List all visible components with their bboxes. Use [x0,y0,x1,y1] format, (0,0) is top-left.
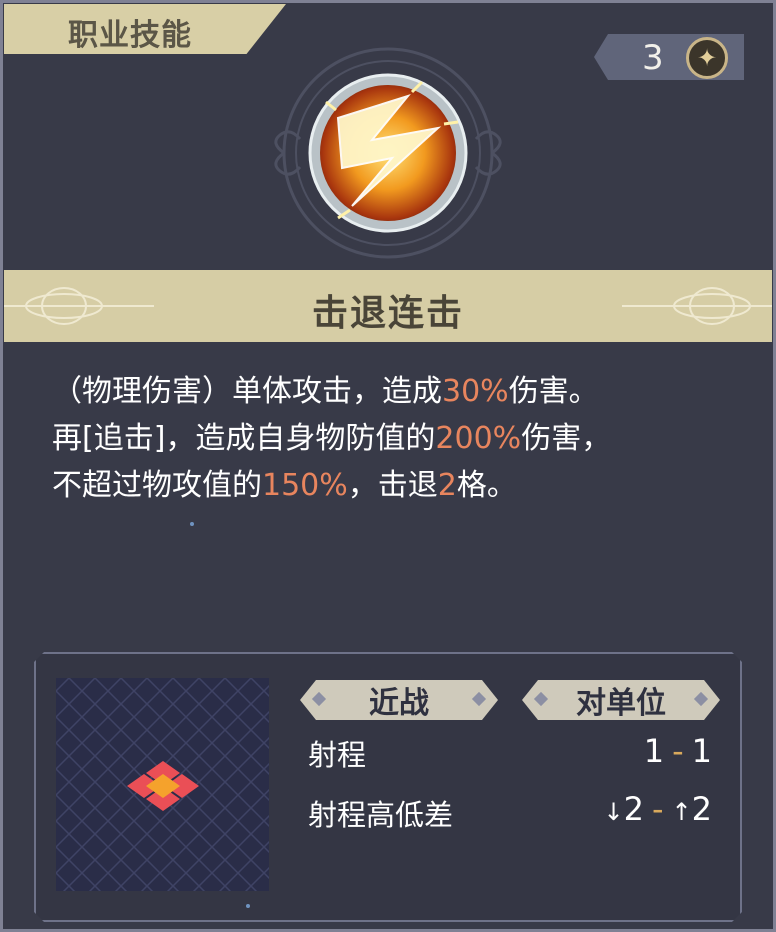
description-line-2: 再[追击]，造成自身物防值的200%伤害， [52,415,742,462]
desc-highlight: 30% [442,374,509,409]
height-diff-value: ↓2- ↑2 [604,790,712,828]
tag-melee: 近战 [300,680,498,720]
range-max: 1 [691,732,712,770]
height-diff-label: 射程高低差 [308,798,454,832]
tag-target: 对单位 [522,680,720,720]
description-line-1: （物理伤害）单体攻击，造成30%伤害。 [52,368,742,415]
up-arrow-icon: ↑ [671,798,692,826]
desc-text: 不超过物攻值的 [52,468,262,503]
desc-text: 伤害。 [508,374,599,409]
sparkle-dot [246,904,250,908]
desc-highlight: 150% [262,468,348,503]
range-separator: - [651,790,664,828]
range-min: 1 [643,732,665,770]
desc-text: 格。 [456,468,517,503]
desc-text: 再[追击]，造成自身物防值的 [52,421,436,456]
down-arrow-icon: ↓ [603,798,624,826]
description-line-3: 不超过物攻值的150%，击退2格。 [52,462,742,509]
range-label: 射程 [308,738,367,772]
height-down: 2 [623,790,644,828]
height-up: 2 [691,790,712,828]
lightning-strike-icon[interactable] [308,73,468,233]
desc-highlight: 200% [435,421,522,456]
desc-highlight: 2 [437,468,457,503]
desc-text: （物理伤害）单体攻击，造成 [52,374,442,409]
skill-description: （物理伤害）单体攻击，造成30%伤害。 再[追击]，造成自身物防值的200%伤害… [52,368,742,509]
sparkle-dot [190,522,194,526]
range-grid [56,678,269,891]
skill-name: 击退连击 [311,293,464,334]
desc-text: 伤害， [521,421,612,456]
tag-melee-label: 近战 [369,686,429,721]
range-separator: - [672,732,684,770]
range-value: 1-1 [644,732,712,770]
desc-text: ，击退 [347,468,438,503]
tag-target-label: 对单位 [576,686,666,721]
skill-emblem [274,47,502,259]
